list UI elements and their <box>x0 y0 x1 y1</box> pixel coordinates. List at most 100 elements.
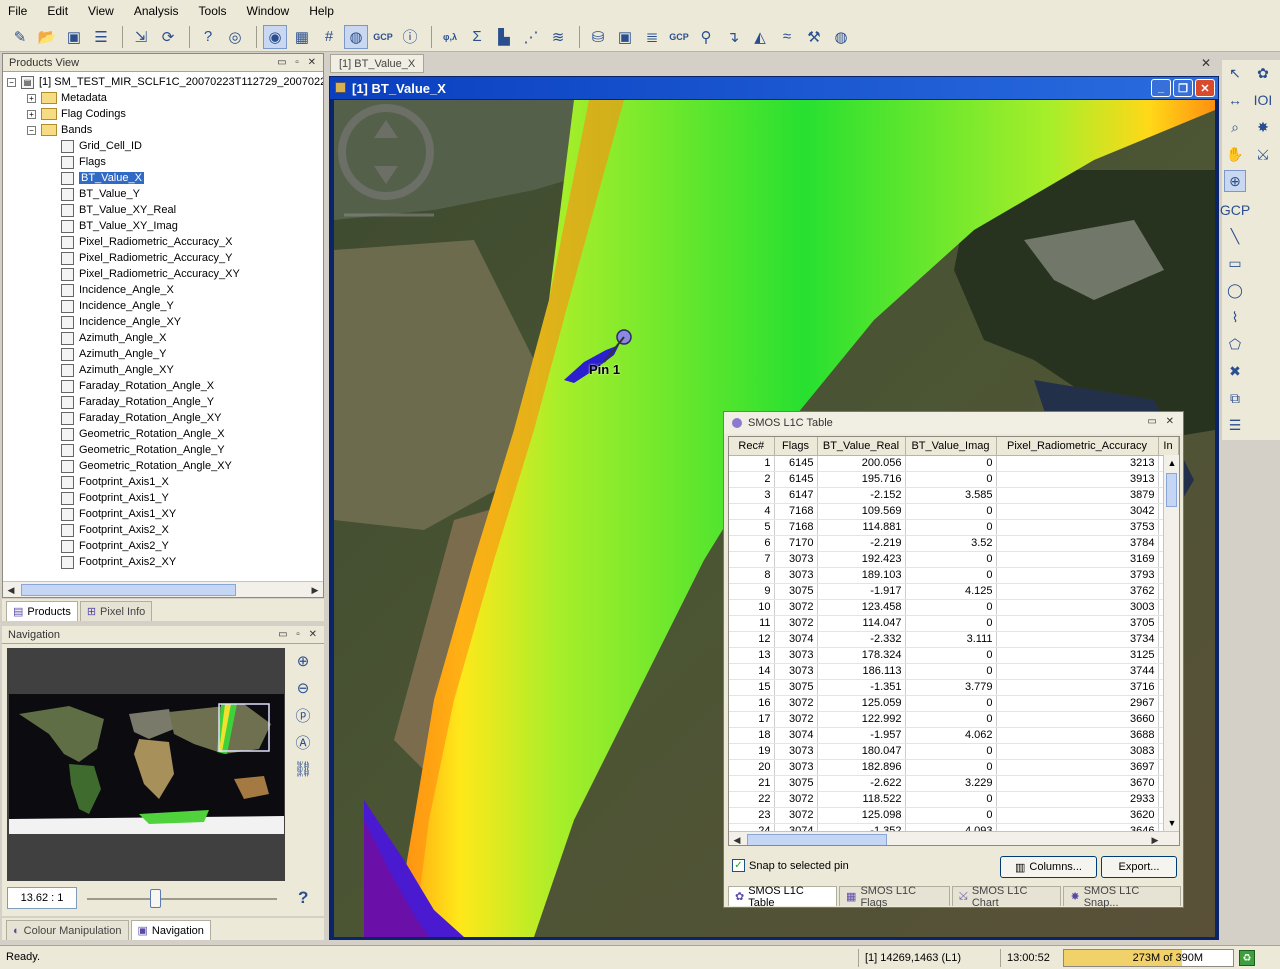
info-icon[interactable]: ⓘ <box>398 25 422 49</box>
pin-manager-icon[interactable]: ⚲ <box>694 25 718 49</box>
panel-window-controls[interactable]: ▭ ▫ ✕ <box>277 57 319 68</box>
collapse-icon[interactable]: − <box>7 77 16 87</box>
column-header[interactable]: Pixel_Radiometric_Accuracy <box>996 437 1159 456</box>
restore-icon[interactable]: ❐ <box>1173 79 1193 97</box>
panel-window-controls[interactable]: ▭ ✕ <box>1147 416 1177 427</box>
tree-item-folder[interactable]: + Metadata <box>27 90 107 106</box>
help-icon[interactable]: ? <box>298 888 308 908</box>
table-row[interactable]: 11 3072 114.047 0 3705 <box>729 615 1179 632</box>
tree-item-band[interactable]: BT_Value_XY_Real <box>61 202 176 218</box>
column-header[interactable]: Rec# <box>729 437 775 456</box>
table-row[interactable]: 22 3072 118.522 0 2933 <box>729 791 1179 808</box>
column-header[interactable]: Flags <box>774 437 818 456</box>
table-row[interactable]: 1 6145 200.056 0 3213 <box>729 455 1179 472</box>
polyline-drawing-tool-icon[interactable]: ⌇ <box>1224 306 1246 328</box>
scroll-right-icon[interactable]: ▶ <box>307 582 323 598</box>
checkmark-icon[interactable]: ✓ <box>732 859 745 872</box>
close-icon[interactable]: ✕ <box>1201 56 1211 70</box>
menu-edit[interactable]: Edit <box>47 4 68 18</box>
tree-item-band[interactable]: Footprint_Axis2_X <box>61 522 169 538</box>
tree-item-band[interactable]: Flags <box>61 154 106 170</box>
statistics-icon[interactable]: Σ <box>465 25 489 49</box>
tab-smos-l1c-chart[interactable]: ⤩ SMOS L1C Chart <box>952 885 1062 909</box>
zoom-pixel-icon[interactable]: ⓟ <box>292 704 314 726</box>
database-icon[interactable]: ⛁ <box>586 25 610 49</box>
tree-item-band[interactable]: Footprint_Axis2_Y <box>61 538 169 554</box>
column-header[interactable]: BT_Value_Imag <box>905 437 997 456</box>
tree-item-product[interactable]: − ▤ [1] SM_TEST_MIR_SCLF1C_20070223T112729… <box>7 74 323 90</box>
table-vertical-scrollbar[interactable]: ▲ ▼ <box>1163 455 1179 831</box>
import-icon[interactable]: ↴ <box>721 25 745 49</box>
snap-to-pin-checkbox[interactable]: ✓ Snap to selected pin <box>732 859 849 872</box>
menu-analysis[interactable]: Analysis <box>134 4 179 18</box>
ellipse-drawing-tool-icon[interactable]: ◯ <box>1224 279 1246 301</box>
menu-file[interactable]: File <box>8 4 27 18</box>
smos-data-grid[interactable]: Rec# Flags BT_Value_Real BT_Value_Imag Pixel… <box>728 436 1180 846</box>
open-product-icon[interactable]: 📂 <box>35 25 59 49</box>
scroll-down-icon[interactable]: ▼ <box>1164 815 1179 831</box>
zoom-in-icon[interactable]: ⊕ <box>292 650 314 672</box>
layer-stack-icon[interactable]: ☰ <box>1224 414 1246 436</box>
table-row[interactable]: 14 3073 186.113 0 3744 <box>729 663 1179 680</box>
document-tab[interactable]: [1] BT_Value_X <box>330 54 425 73</box>
smos-logo-icon[interactable]: ✿ <box>1252 62 1274 84</box>
magic-wand-icon[interactable]: ⚒ <box>802 25 826 49</box>
zoom-all-icon[interactable]: Ⓐ <box>292 731 314 753</box>
grid-layer-icon[interactable]: ▦ <box>290 25 314 49</box>
gcp-manager-icon[interactable]: GCP <box>667 25 691 49</box>
colour-manipulation-icon[interactable]: ≈ <box>775 25 799 49</box>
table-row[interactable]: 21 3075 -2.622 3.229 3670 <box>729 775 1179 792</box>
move-figure-icon[interactable]: ⧉ <box>1224 387 1246 409</box>
table-row[interactable]: 18 3074 -1.957 4.062 3688 <box>729 727 1179 744</box>
tree-item-band[interactable]: Incidence_Angle_XY <box>61 314 181 330</box>
table-row[interactable]: 17 3072 122.992 0 3660 <box>729 711 1179 728</box>
range-finder-icon[interactable]: ↔ <box>1224 89 1246 111</box>
tree-item-band[interactable]: BT_Value_Y <box>61 186 140 202</box>
world-map-icon[interactable]: ◍ <box>829 25 853 49</box>
scroll-thumb[interactable] <box>747 834 887 845</box>
tree-item-folder[interactable]: + Flag Codings <box>27 106 126 122</box>
menu-window[interactable]: Window <box>247 4 290 18</box>
column-header[interactable]: BT_Value_Real <box>817 437 906 456</box>
properties-icon[interactable]: ☰ <box>89 25 113 49</box>
garbage-collect-icon[interactable]: ♻ <box>1239 950 1255 966</box>
minimize-icon[interactable]: _ <box>1151 79 1171 97</box>
scroll-right-icon[interactable]: ▶ <box>1147 832 1163 845</box>
table-horizontal-scrollbar[interactable]: ◀ ▶ <box>729 831 1179 845</box>
tree-item-band[interactable]: Azimuth_Angle_XY <box>61 362 174 378</box>
menu-help[interactable]: Help <box>309 4 334 18</box>
tab-smos-l1c-table[interactable]: ✿ SMOS L1C Table <box>728 885 838 909</box>
save-product-icon[interactable]: ▣ <box>62 25 86 49</box>
gcp-overlay-icon[interactable]: GCP <box>371 25 395 49</box>
star-icon[interactable]: ✸ <box>1252 116 1274 138</box>
table-row[interactable]: 6 7170 -2.219 3.52 3784 <box>729 535 1179 552</box>
table-row[interactable]: 8 3073 189.103 0 3793 <box>729 567 1179 584</box>
table-row[interactable]: 3 6147 -2.152 3.585 3879 <box>729 487 1179 504</box>
menu-view[interactable]: View <box>88 4 114 18</box>
line-drawing-tool-icon[interactable]: ╲ <box>1224 225 1246 247</box>
tree-item-band[interactable]: Incidence_Angle_X <box>61 282 174 298</box>
select-tool-icon[interactable]: ↖ <box>1224 62 1246 84</box>
tree-item-band[interactable]: Geometric_Rotation_Angle_Y <box>61 442 225 458</box>
table-row[interactable]: 12 3074 -2.332 3.111 3734 <box>729 631 1179 648</box>
layer-visibility-icon[interactable]: ◎ <box>223 25 247 49</box>
spectrum-icon[interactable]: ◭ <box>748 25 772 49</box>
column-header[interactable]: In <box>1158 437 1179 456</box>
graticule-icon[interactable]: # <box>317 25 341 49</box>
tree-item-band[interactable]: Pixel_Radiometric_Accuracy_X <box>61 234 232 250</box>
tree-item-band[interactable]: Faraday_Rotation_Angle_X <box>61 378 214 394</box>
zoom-tool-icon[interactable]: ⌕ <box>1224 116 1246 138</box>
tree-horizontal-scrollbar[interactable]: ◀ ▶ <box>3 581 323 597</box>
tree-item-band[interactable]: Footprint_Axis2_XY <box>61 554 176 570</box>
table-row[interactable]: 2 6145 195.716 0 3913 <box>729 471 1179 488</box>
tree-item-band[interactable]: Azimuth_Angle_X <box>61 330 166 346</box>
band-maths-icon[interactable]: ≣ <box>640 25 664 49</box>
new-session-icon[interactable]: ✎ <box>8 25 32 49</box>
mask-icon[interactable]: ▣ <box>613 25 637 49</box>
tree-item-band[interactable]: Geometric_Rotation_Angle_X <box>61 426 225 442</box>
xy-axis-icon[interactable]: ⤩ <box>1252 143 1274 165</box>
table-row[interactable]: 23 3072 125.098 0 3620 <box>729 807 1179 824</box>
scroll-left-icon[interactable]: ◀ <box>729 832 745 845</box>
table-row[interactable]: 20 3073 182.896 0 3697 <box>729 759 1179 776</box>
table-row[interactable]: 19 3073 180.047 0 3083 <box>729 743 1179 760</box>
